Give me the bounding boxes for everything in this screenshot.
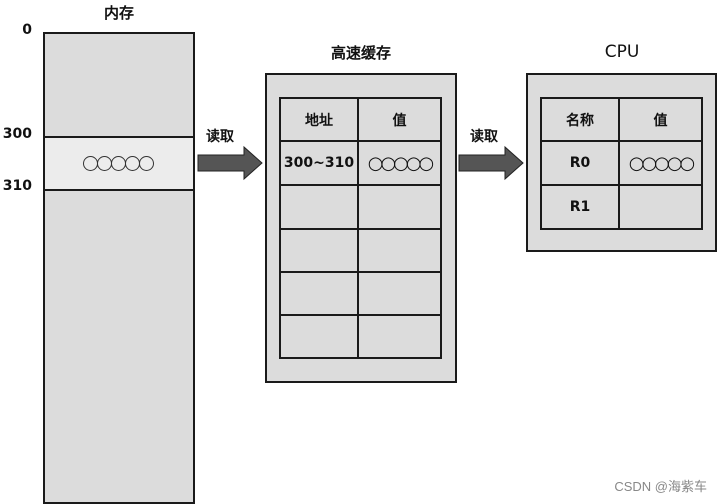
table-row xyxy=(279,271,442,316)
data-circle xyxy=(139,156,154,171)
cache-cell-value: ○○○○○ xyxy=(357,140,442,186)
cpu-header-name: 名称 xyxy=(540,97,620,142)
cache-header-address: 地址 xyxy=(279,97,359,142)
cache-table: 地址 值 300~310 ○○○○○ xyxy=(279,97,442,359)
cache-cell-address xyxy=(279,271,359,316)
data-circle xyxy=(125,156,140,171)
data-circle xyxy=(83,156,98,171)
cpu-register-name: R0 xyxy=(540,140,620,186)
arrow-right-icon xyxy=(197,145,263,181)
cpu-header-value: 值 xyxy=(618,97,703,142)
read-label-2: 读取 xyxy=(470,129,498,145)
cache-cell-address xyxy=(279,184,359,230)
address-label-300: 300 xyxy=(2,126,32,142)
watermark: CSDN @海紫车 xyxy=(614,479,707,494)
cache-cell-address xyxy=(279,228,359,273)
cpu-header-row: 名称 值 xyxy=(540,97,703,142)
address-label-310: 310 xyxy=(2,178,32,194)
table-row: 300~310 ○○○○○ xyxy=(279,140,442,186)
cache-cell-value xyxy=(357,271,442,316)
cpu-register-table: 名称 值 R0 ○○○○○ R1 xyxy=(540,97,703,230)
memory-data-circles xyxy=(45,138,193,189)
cache-cell-value xyxy=(357,184,442,230)
cache-cell-value xyxy=(357,314,442,359)
table-row: R0 ○○○○○ xyxy=(540,140,703,186)
data-circle xyxy=(111,156,126,171)
memory-title: 内存 xyxy=(103,4,134,22)
cpu-title: CPU xyxy=(604,42,640,62)
table-row xyxy=(279,228,442,273)
data-circle xyxy=(97,156,112,171)
cache-cell-address xyxy=(279,314,359,359)
cpu-register-name: R1 xyxy=(540,184,620,230)
cache-header-row: 地址 值 xyxy=(279,97,442,142)
memory-block xyxy=(43,32,195,504)
cache-cell-value xyxy=(357,228,442,273)
cpu-register-value: ○○○○○ xyxy=(618,140,703,186)
arrow-memory-to-cache xyxy=(197,145,263,181)
cpu-register-value xyxy=(618,184,703,230)
cache-title: 高速缓存 xyxy=(330,44,391,62)
memory-highlighted-region xyxy=(45,136,193,191)
read-label-1: 读取 xyxy=(206,129,234,145)
cache-header-value: 值 xyxy=(357,97,442,142)
table-row: R1 xyxy=(540,184,703,230)
address-label-0: 0 xyxy=(22,22,32,38)
table-row xyxy=(279,184,442,230)
table-row xyxy=(279,314,442,359)
arrow-right-icon xyxy=(458,145,524,181)
arrow-cache-to-cpu xyxy=(458,145,524,181)
cache-cell-address: 300~310 xyxy=(279,140,359,186)
